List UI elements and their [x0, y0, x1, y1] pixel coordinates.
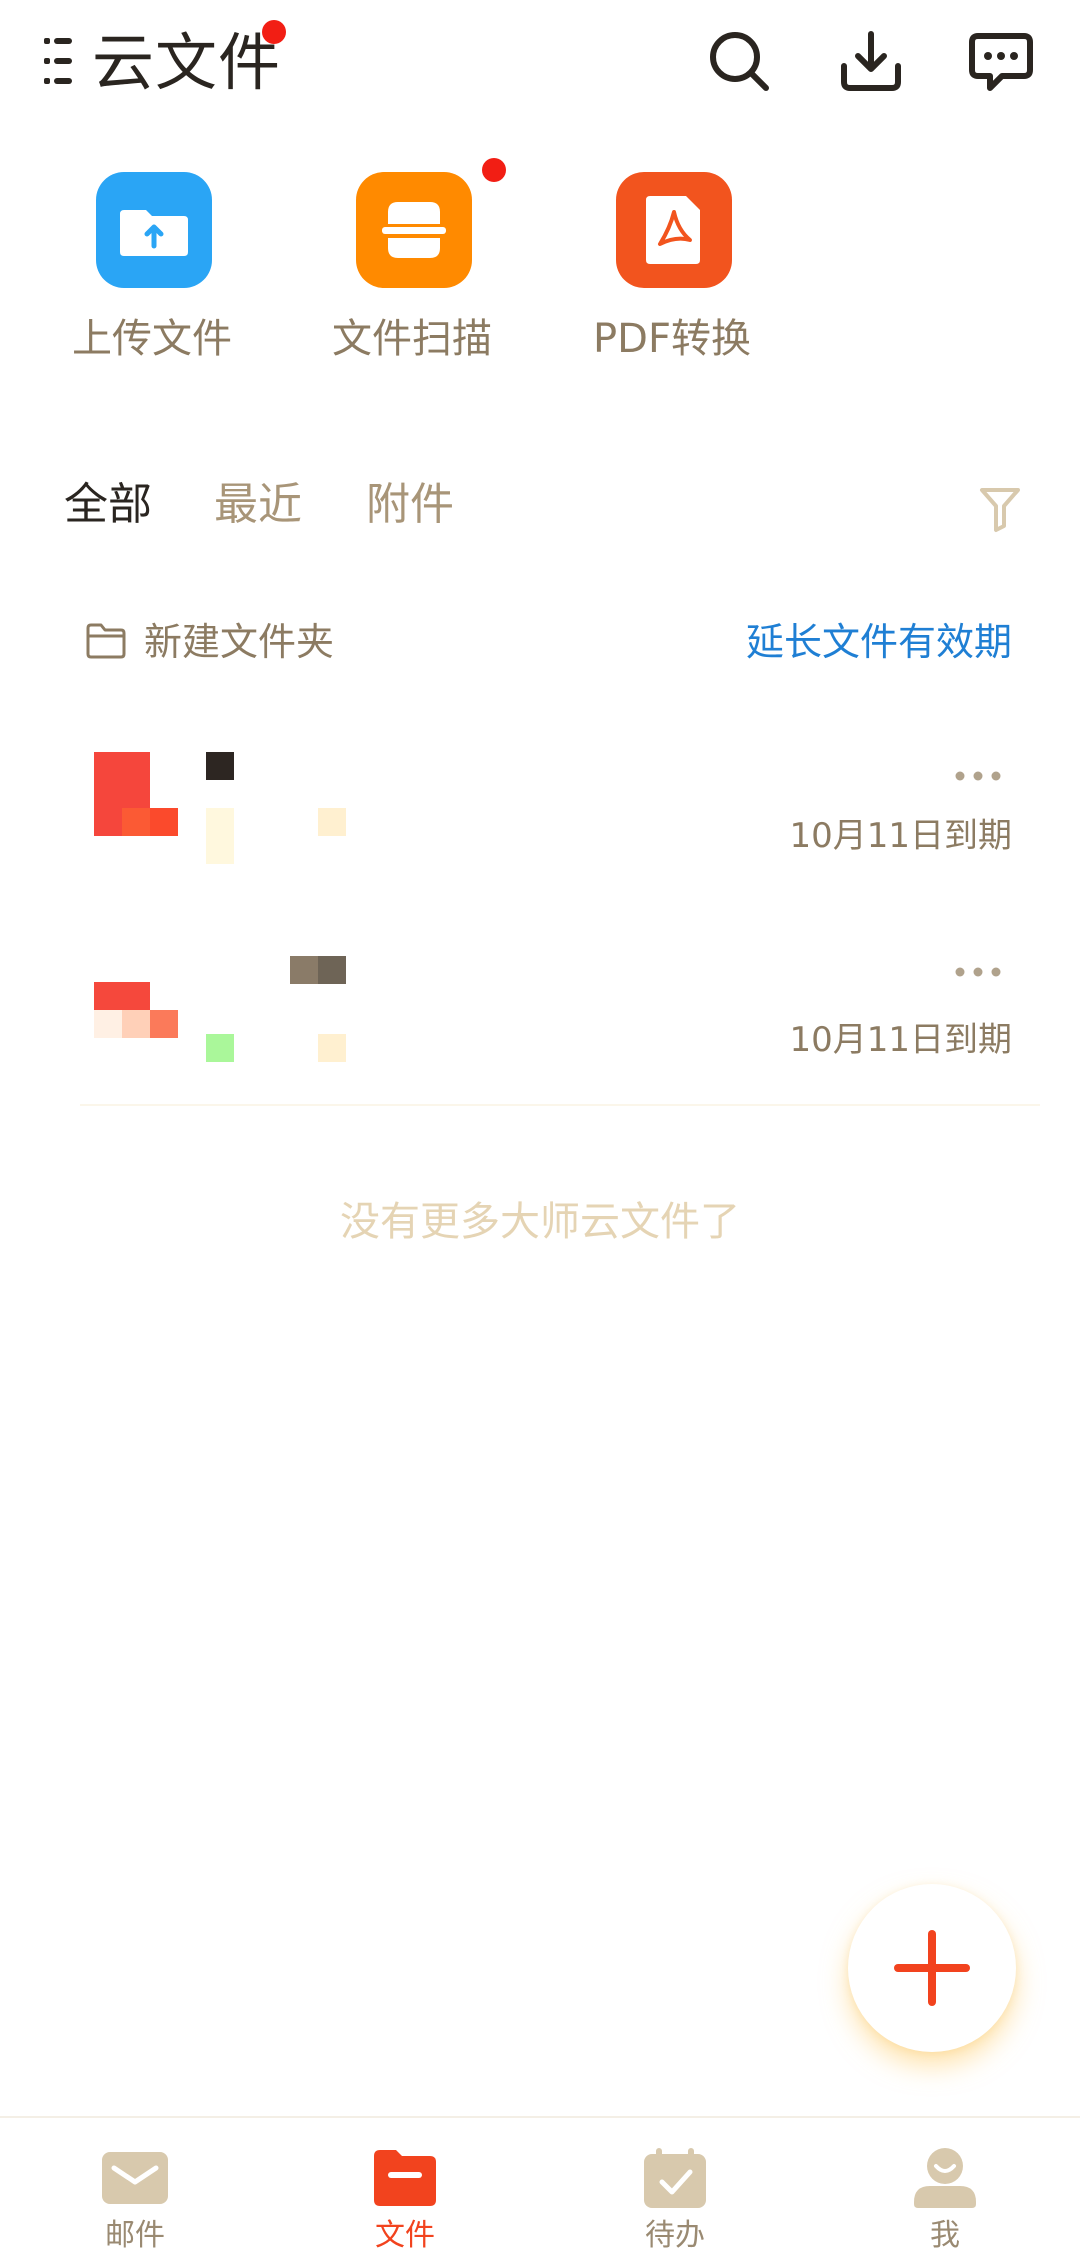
- file-name-placeholder: [206, 752, 234, 780]
- file-thumbnail: [94, 752, 182, 840]
- download-icon[interactable]: [838, 28, 904, 94]
- more-options-icon[interactable]: [954, 768, 1002, 782]
- nav-files[interactable]: 文件: [270, 2118, 540, 2259]
- file-thumbnail: [94, 956, 182, 1044]
- folder-icon: [374, 2150, 436, 2206]
- message-icon[interactable]: [968, 28, 1034, 94]
- tab-recent[interactable]: 最近: [214, 470, 302, 540]
- nav-label: 我: [930, 2218, 960, 2253]
- nav-todo[interactable]: 待办: [540, 2118, 810, 2259]
- upload-folder-icon: [96, 172, 212, 288]
- notification-dot: [262, 20, 286, 44]
- folder-outline-icon: [84, 622, 128, 660]
- tab-attachments[interactable]: 附件: [366, 470, 454, 540]
- file-meta-placeholder: [318, 1034, 346, 1062]
- profile-icon: [914, 2148, 976, 2208]
- nav-me[interactable]: 我: [810, 2118, 1080, 2259]
- extend-validity-link[interactable]: 延长文件有效期: [746, 612, 1012, 672]
- expire-date: 10月11日到期: [789, 1020, 1012, 1060]
- filter-icon[interactable]: [978, 484, 1022, 534]
- nav-label: 文件: [375, 2218, 435, 2253]
- pdf-convert-tool[interactable]: PDF转换: [572, 172, 772, 372]
- search-icon[interactable]: [706, 28, 772, 94]
- scan-icon: [356, 172, 472, 288]
- bottom-navigation: 邮件 文件 待办 我: [0, 2116, 1080, 2259]
- tool-label: 上传文件: [72, 316, 232, 362]
- folder-action-row: 新建文件夹 延长文件有效期: [0, 612, 1080, 672]
- plus-icon: [894, 1930, 970, 2006]
- calendar-check-icon: [644, 2148, 706, 2208]
- mail-icon: [102, 2152, 168, 2204]
- top-app-bar: 云文件: [0, 0, 1080, 130]
- tool-label: PDF转换: [593, 316, 751, 362]
- list-divider: [80, 1104, 1040, 1106]
- list-item[interactable]: 10月11日到期: [0, 956, 1080, 1146]
- tab-all[interactable]: 全部: [64, 470, 152, 540]
- scan-file-tool[interactable]: 文件扫描: [312, 158, 512, 372]
- file-name-placeholder: [318, 956, 346, 984]
- file-name-placeholder: [290, 956, 318, 984]
- expire-date: 10月11日到期: [789, 816, 1012, 856]
- nav-label: 待办: [645, 2218, 705, 2253]
- page-title: 云文件: [92, 26, 282, 99]
- menu-icon[interactable]: [44, 36, 76, 86]
- tool-label: 文件扫描: [332, 316, 492, 362]
- list-item[interactable]: 10月11日到期: [0, 752, 1080, 942]
- scan-badge-dot: [482, 158, 506, 182]
- pdf-icon: [616, 172, 732, 288]
- list-end-text: 没有更多大师云文件了: [340, 1199, 740, 1245]
- file-tabs: 全部 最近 附件: [0, 470, 1080, 550]
- nav-mail[interactable]: 邮件: [0, 2118, 270, 2259]
- file-meta-placeholder: [318, 808, 346, 836]
- new-folder-button[interactable]: 新建文件夹: [144, 612, 334, 672]
- file-meta-placeholder: [206, 1034, 234, 1062]
- nav-label: 邮件: [105, 2218, 165, 2253]
- upload-file-tool[interactable]: 上传文件: [52, 172, 252, 372]
- add-button[interactable]: [848, 1884, 1016, 2052]
- file-meta-placeholder: [206, 808, 234, 864]
- more-options-icon[interactable]: [954, 964, 1002, 978]
